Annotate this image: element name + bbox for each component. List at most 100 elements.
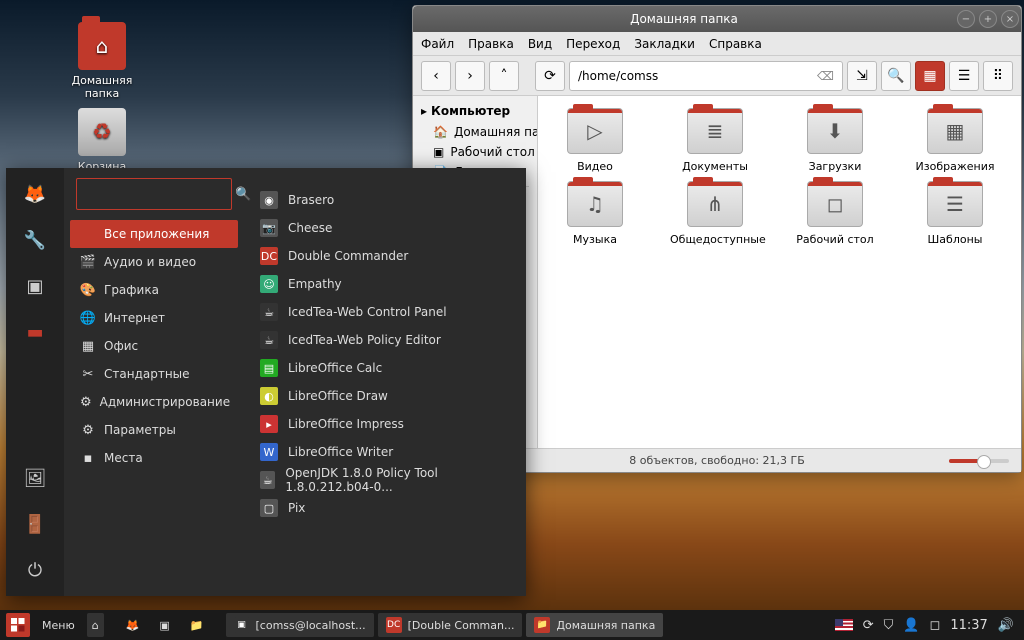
category-item[interactable]: 🎨Графика <box>70 276 238 304</box>
taskbar-task[interactable]: DC[Double Comman... <box>378 613 523 637</box>
folder-item[interactable]: ♫ Музыка <box>550 181 640 246</box>
folder-item[interactable]: ◻Рабочий стол <box>790 181 880 246</box>
trash-icon <box>78 108 126 156</box>
favorite-app-icon[interactable]: 🖼 <box>21 464 49 492</box>
category-icon <box>80 226 96 242</box>
menu-button[interactable] <box>6 613 30 637</box>
app-item[interactable]: ▢Pix <box>250 494 520 522</box>
folder-item[interactable]: ≣Документы <box>670 108 760 173</box>
zoom-slider[interactable] <box>949 459 1009 463</box>
tray-shield-icon[interactable]: ⛉ <box>884 618 894 633</box>
folder-item[interactable]: ⋔Общедоступные <box>670 181 760 246</box>
menu-item[interactable]: Переход <box>566 37 620 51</box>
category-item[interactable]: ▦Офис <box>70 332 238 360</box>
menu-label[interactable]: Меню <box>34 613 83 637</box>
task-icon: ▣ <box>234 617 250 633</box>
category-item[interactable]: ▪Места <box>70 444 238 472</box>
clock[interactable]: 11:37 <box>950 618 987 633</box>
sidebar-item[interactable]: ▣Рабочий стол <box>413 142 537 162</box>
clear-path-icon[interactable]: ⌫ <box>817 69 834 83</box>
show-desktop-button[interactable]: ⌂ <box>87 613 104 637</box>
category-icon: ▦ <box>80 338 96 354</box>
maximize-button[interactable]: + <box>979 10 997 28</box>
up-button[interactable]: ˄ <box>489 61 519 91</box>
app-icon: ▢ <box>260 499 278 517</box>
taskbar-task[interactable]: 📁Домашняя папка <box>526 613 663 637</box>
taskbar-task[interactable]: ▣[comss@localhost... <box>226 613 374 637</box>
menu-item[interactable]: Закладки <box>634 37 695 51</box>
folder-item[interactable]: ☰Шаблоны <box>910 181 1000 246</box>
category-icon: ⚙ <box>80 394 92 410</box>
app-item[interactable]: ◐LibreOffice Draw <box>250 382 520 410</box>
menu-item[interactable]: Правка <box>468 37 514 51</box>
file-grid[interactable]: ▷Видео ≣Документы ⬇Загрузки ▦Изображения ♫ Му… <box>538 96 1021 448</box>
icon-view-button[interactable]: ▦ <box>915 61 945 91</box>
menu-categories: 🔍 Все приложения🎬Аудио и видео🎨Графика🌐И… <box>64 168 244 596</box>
sidebar-header-computer[interactable]: ▸ Компьютер <box>413 102 537 122</box>
category-icon: 🌐 <box>80 310 96 326</box>
close-button[interactable]: × <box>1001 10 1019 28</box>
app-item[interactable]: ☕OpenJDK 1.8.0 Policy Tool 1.8.0.212.b04… <box>250 466 520 494</box>
desktop-trash[interactable]: Корзина <box>62 108 142 173</box>
app-item[interactable]: ☺Empathy <box>250 270 520 298</box>
firefox-icon[interactable]: 🦊 <box>21 180 49 208</box>
menu-item[interactable]: Вид <box>528 37 552 51</box>
back-button[interactable]: ‹ <box>421 61 451 91</box>
category-item[interactable]: 🎬Аудио и видео <box>70 248 238 276</box>
app-icon: DC <box>260 247 278 265</box>
app-item[interactable]: 📷Cheese <box>250 214 520 242</box>
folder-item[interactable]: ▦Изображения <box>910 108 1000 173</box>
menu-item[interactable]: Файл <box>421 37 454 51</box>
category-item[interactable]: 🌐Интернет <box>70 304 238 332</box>
terminal-icon[interactable]: ▣ <box>21 272 49 300</box>
tray-network-icon[interactable]: ◻ <box>930 618 941 633</box>
task-icon: DC <box>386 617 402 633</box>
window-titlebar[interactable]: Домашняя папка − + × <box>413 6 1021 32</box>
folder-icon: ♫ <box>567 181 623 227</box>
menu-item[interactable]: Справка <box>709 37 762 51</box>
tray-volume-icon[interactable]: 🔊 <box>998 618 1014 633</box>
category-item[interactable]: ⚙Параметры <box>70 416 238 444</box>
search-input[interactable] <box>85 187 235 201</box>
launcher-terminal[interactable]: ▣ <box>151 613 177 637</box>
path-bar[interactable]: /home/comss ⌫ <box>569 61 843 91</box>
folder-label: Документы <box>670 160 760 173</box>
app-item[interactable]: ☕IcedTea-Web Control Panel <box>250 298 520 326</box>
reload-button[interactable]: ⟳ <box>535 61 565 91</box>
compact-view-button[interactable]: ⠿ <box>983 61 1013 91</box>
list-view-button[interactable]: ☰ <box>949 61 979 91</box>
shutdown-icon[interactable]: ⏻ <box>21 556 49 584</box>
folder-item[interactable]: ▷Видео <box>550 108 640 173</box>
window-title: Домашняя папка <box>413 12 955 26</box>
sidebar-item[interactable]: 🏠Домашняя папка <box>413 122 537 142</box>
settings-icon[interactable]: 🔧 <box>21 226 49 254</box>
keyboard-layout-icon[interactable] <box>835 619 853 631</box>
category-item[interactable]: ✂Стандартные <box>70 360 238 388</box>
app-item[interactable]: DCDouble Commander <box>250 242 520 270</box>
app-item[interactable]: WLibreOffice Writer <box>250 438 520 466</box>
logout-icon[interactable]: 🚪 <box>21 510 49 538</box>
minimize-button[interactable]: − <box>957 10 975 28</box>
app-item[interactable]: ◉Brasero <box>250 186 520 214</box>
files-icon[interactable]: ▬ <box>21 318 49 346</box>
desktop-home-folder[interactable]: ⌂ Домашняя папка <box>62 22 142 100</box>
tray-update-icon[interactable]: ⟳ <box>863 618 874 633</box>
tray-user-icon[interactable]: 👤 <box>903 618 919 633</box>
app-item[interactable]: ▸LibreOffice Impress <box>250 410 520 438</box>
folder-label: Рабочий стол <box>790 233 880 246</box>
launcher-files[interactable]: 📁 <box>182 613 212 637</box>
forward-button[interactable]: › <box>455 61 485 91</box>
app-item[interactable]: ▤LibreOffice Calc <box>250 354 520 382</box>
toggle-location-button[interactable]: ⇲ <box>847 61 877 91</box>
search-button[interactable]: 🔍 <box>881 61 911 91</box>
launcher-firefox[interactable]: 🦊 <box>118 613 148 637</box>
menu-search[interactable]: 🔍 <box>76 178 232 210</box>
folder-label: Загрузки <box>790 160 880 173</box>
folder-icon: ▦ <box>927 108 983 154</box>
category-item[interactable]: Все приложения <box>70 220 238 248</box>
category-item[interactable]: ⚙Администрирование <box>70 388 238 416</box>
folder-label: Музыка <box>550 233 640 246</box>
menu-app-list: ◉Brasero📷CheeseDCDouble Commander☺Empath… <box>244 168 526 596</box>
folder-item[interactable]: ⬇Загрузки <box>790 108 880 173</box>
app-item[interactable]: ☕IcedTea-Web Policy Editor <box>250 326 520 354</box>
